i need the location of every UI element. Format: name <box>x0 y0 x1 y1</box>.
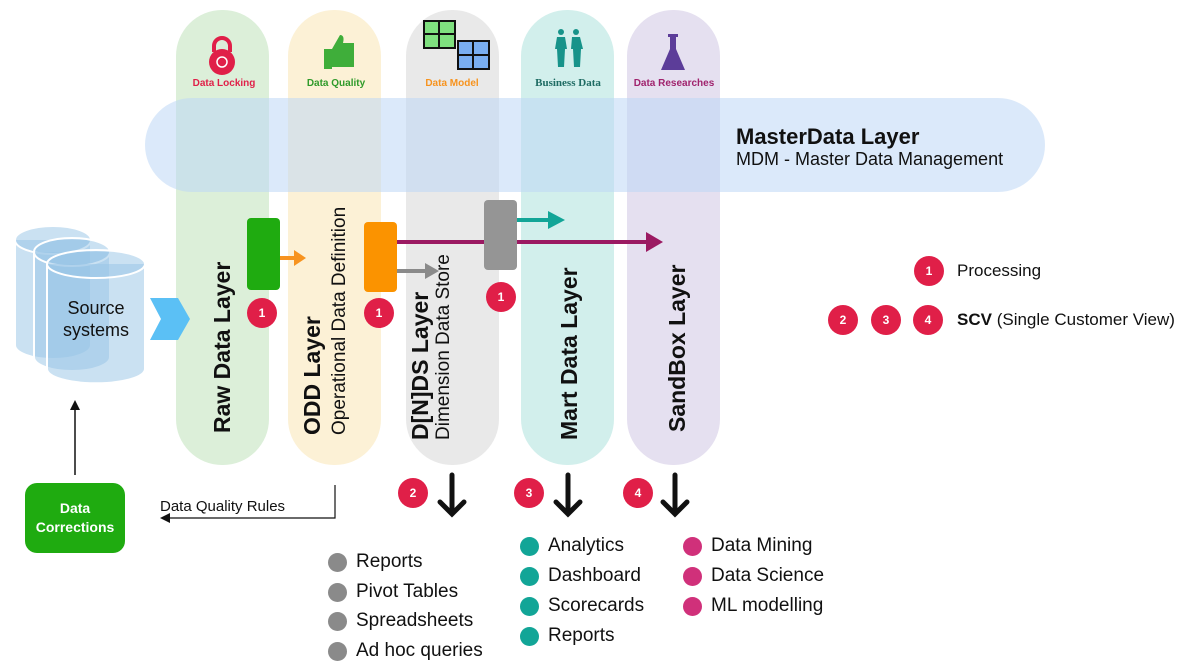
raw-process-box <box>247 218 280 290</box>
list-item-label: Pivot Tables <box>356 581 459 602</box>
list-item: Spreadsheets <box>328 610 473 632</box>
list-item: Pivot Tables <box>328 581 458 603</box>
dnds-process-box <box>484 200 517 270</box>
scv-rest: (Single Customer View) <box>991 310 1175 329</box>
bullet-dot <box>328 552 347 572</box>
list-item: Data Mining <box>683 535 812 557</box>
list-item: Dashboard <box>520 565 641 587</box>
output-badge: 2 <box>398 478 428 508</box>
processing-badge: 1 <box>486 282 516 312</box>
list-item: Scorecards <box>520 595 644 617</box>
legend-scv-badge: 2 <box>828 305 858 335</box>
bullet-dot <box>520 536 539 556</box>
bullet-dot <box>520 626 539 646</box>
list-item-label: Reports <box>548 625 615 646</box>
legend-scv-badge: 3 <box>871 305 901 335</box>
legend-scv-badge: 4 <box>913 305 943 335</box>
list-item: Reports <box>520 625 615 647</box>
odd-process-box <box>364 222 397 292</box>
list-item-label: ML modelling <box>711 595 824 616</box>
list-item-label: Spreadsheets <box>356 610 474 631</box>
data-corrections-box: Data Corrections <box>25 483 125 553</box>
legend-processing-badge: 1 <box>914 256 944 286</box>
legend-processing-label: Processing <box>957 261 1042 280</box>
data-quality-rules-label: Data Quality Rules <box>160 498 286 515</box>
list-item: Analytics <box>520 535 624 557</box>
bullet-dot <box>328 582 347 602</box>
bullet-dot <box>520 566 539 586</box>
list-item-label: Analytics <box>548 535 625 556</box>
list-item-label: Data Mining <box>711 535 813 556</box>
list-item-label: Ad hoc queries <box>356 640 483 661</box>
scv-bold: SCV <box>957 310 992 329</box>
processing-badge: 1 <box>364 298 394 328</box>
bullet-dot <box>328 611 347 631</box>
source-systems-label: Source systems <box>62 298 129 340</box>
bullet-dot <box>683 566 702 586</box>
bullet-dot <box>520 596 539 616</box>
legend-scv-label: SCV (Single Customer View) <box>957 310 1175 330</box>
processing-badge: 1 <box>247 298 277 328</box>
list-item-label: Reports <box>356 551 423 572</box>
list-item: Reports <box>328 551 423 573</box>
list-item: ML modelling <box>683 595 823 617</box>
bullet-dot <box>328 641 347 661</box>
list-item: Ad hoc queries <box>328 640 483 662</box>
list-item-label: Scorecards <box>548 595 645 616</box>
output-badge: 3 <box>514 478 544 508</box>
bullet-dot <box>683 536 702 556</box>
list-item: Data Science <box>683 565 824 587</box>
list-item-label: Data Science <box>711 565 825 586</box>
output-badge: 4 <box>623 478 653 508</box>
bullet-dot <box>683 596 702 616</box>
list-item-label: Dashboard <box>548 565 641 586</box>
